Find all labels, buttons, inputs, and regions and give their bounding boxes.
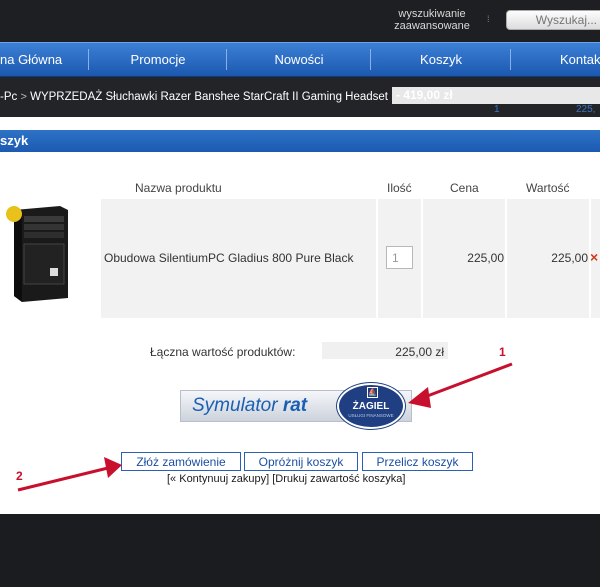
arrow-2-head	[104, 457, 122, 478]
arrow-1-head	[408, 387, 431, 408]
footer-area	[0, 514, 600, 587]
annotation-arrows	[17, 362, 513, 492]
arrow-1-line	[421, 362, 513, 400]
arrow-2-line	[17, 466, 109, 492]
annotation-marker-1: 1	[499, 345, 506, 359]
annotation-marker-2: 2	[16, 469, 23, 483]
